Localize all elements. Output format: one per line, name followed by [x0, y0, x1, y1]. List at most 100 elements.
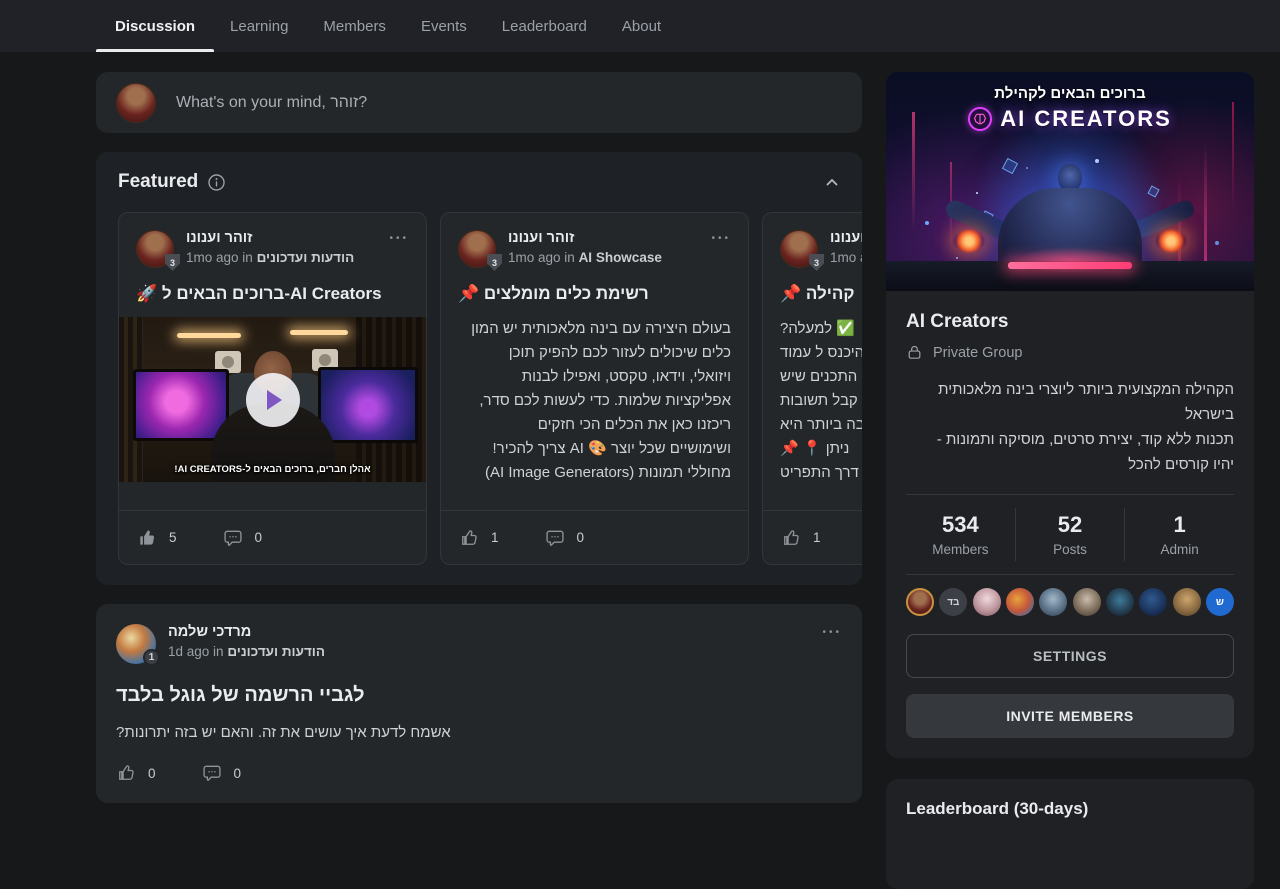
post-meta: 1mo ago in הודעות ועדכונים	[830, 250, 862, 265]
like-count: 1	[813, 530, 821, 545]
comment-button[interactable]: 0	[202, 763, 242, 783]
author-block: זוהר וענונו 1mo ago in הודעות ועדכונים	[830, 230, 862, 265]
comment-button[interactable]: 0	[223, 528, 263, 548]
group-banner[interactable]: ברוכים הבאים לקהילת AI CREATORS	[886, 72, 1254, 291]
author-name: זוהר וענונו	[186, 230, 354, 246]
tab-discussion[interactable]: Discussion	[115, 0, 195, 52]
member-avatar[interactable]	[1006, 588, 1034, 616]
body-line: ✅ למעלה?	[780, 317, 862, 341]
member-avatar[interactable]: ש	[1206, 588, 1234, 616]
lock-icon	[906, 344, 923, 361]
card-header: 3 זוהר וענונו 1mo ago in AI Showcase •••	[458, 230, 731, 268]
more-menu-icon[interactable]: •••	[389, 230, 409, 244]
thumbs-up-icon	[459, 528, 479, 548]
featured-card-community[interactable]: 3 זוהר וענונו 1mo ago in הודעות ועדכונים…	[762, 212, 862, 565]
author-name: זוהר וענונו	[508, 230, 662, 246]
stat-members: 534 Members	[906, 508, 1015, 561]
tab-events[interactable]: Events	[421, 0, 467, 52]
thumb-art	[318, 367, 418, 443]
member-avatar[interactable]	[906, 588, 934, 616]
post-title: 📌 קהילה	[780, 284, 862, 304]
thumb-art	[133, 369, 229, 441]
space-name[interactable]: הודעות ועדכונים	[257, 250, 355, 265]
member-avatar[interactable]	[1106, 588, 1134, 616]
invite-members-button[interactable]: INVITE MEMBERS	[906, 694, 1234, 738]
video-caption: אהלן חברים, ברוכים הבאים ל-AI CREATORS!	[119, 464, 426, 475]
member-avatar[interactable]	[1039, 588, 1067, 616]
card-header: 3 זוהר וענונו 1mo ago in הודעות ועדכונים…	[136, 230, 409, 268]
group-body: AI Creators Private Group הקהילה המקצועי…	[886, 291, 1254, 758]
description-line: תכנות ללא קוד, יצירת סרטים, מוסיקה ותמונ…	[906, 427, 1234, 452]
like-count: 5	[169, 530, 177, 545]
group-stats: 534 Members 52 Posts 1 Admin	[906, 495, 1234, 574]
members-avatars: בד ש	[906, 575, 1234, 618]
body-line: התכנים שיש	[780, 365, 862, 389]
stat-label: Posts	[1016, 542, 1125, 557]
level-badge: 3	[165, 254, 180, 271]
settings-button[interactable]: SETTINGS	[906, 634, 1234, 678]
group-card: ברוכים הבאים לקהילת AI CREATORS AI Creat…	[886, 72, 1254, 758]
body-line: היכנס ל עמוד	[780, 341, 862, 365]
author-avatar[interactable]: 3	[780, 230, 818, 268]
post-title: 🚀 ברוכים הבאים ל-AI Creators	[136, 284, 409, 304]
author-block: זוהר וענונו 1mo ago in AI Showcase	[508, 230, 662, 265]
like-button[interactable]: 0	[116, 763, 156, 783]
like-button[interactable]: 5	[137, 528, 177, 548]
tab-leaderboard[interactable]: Leaderboard	[502, 0, 587, 52]
banner-art	[1008, 262, 1132, 269]
featured-section: Featured 3 זוהר וענונו	[96, 152, 862, 585]
card-footer: 1 0	[441, 510, 748, 564]
banner-art	[886, 72, 888, 74]
post-body: אשמח לדעת איך עושים את זה. והאם יש בזה י…	[116, 724, 842, 741]
featured-carousel: 3 זוהר וענונו 1mo ago in הודעות ועדכונים…	[118, 212, 862, 565]
stat-label: Admin	[1125, 542, 1234, 557]
main-column: What's on your mind, זוהר? Featured 3	[96, 52, 862, 803]
like-button[interactable]: 1	[459, 528, 499, 548]
level-badge: 1	[143, 649, 160, 666]
banner-art	[1156, 230, 1186, 252]
level-badge: 3	[487, 254, 502, 271]
post-composer[interactable]: What's on your mind, זוהר?	[96, 72, 862, 133]
comment-button[interactable]: 0	[545, 528, 585, 548]
member-avatar[interactable]	[1139, 588, 1167, 616]
author-block: מרדכי שלמה 1d ago in הודעות ועדכונים	[168, 624, 325, 659]
group-privacy: Private Group	[906, 344, 1234, 361]
featured-card-tools[interactable]: 3 זוהר וענונו 1mo ago in AI Showcase •••…	[440, 212, 749, 565]
comment-icon	[202, 763, 222, 783]
description-line: בישראל	[906, 402, 1234, 427]
thumbs-up-icon	[116, 763, 136, 783]
info-icon[interactable]	[208, 174, 225, 191]
featured-card-welcome[interactable]: 3 זוהר וענונו 1mo ago in הודעות ועדכונים…	[118, 212, 427, 565]
stat-value: 1	[1125, 512, 1234, 538]
stat-posts: 52 Posts	[1015, 508, 1125, 561]
play-button[interactable]	[246, 373, 300, 427]
body-line: כלים שיכולים לעזור לכם להפיק תוכן	[458, 341, 731, 365]
chevron-up-icon[interactable]	[824, 174, 840, 190]
author-avatar[interactable]: 3	[458, 230, 496, 268]
video-thumbnail[interactable]: אהלן חברים, ברוכים הבאים ל-AI CREATORS!	[119, 317, 426, 482]
member-avatar[interactable]	[1173, 588, 1201, 616]
member-avatar[interactable]	[973, 588, 1001, 616]
tab-learning[interactable]: Learning	[230, 0, 288, 52]
post-body: בעולם היצירה עם בינה מלאכותית יש המון כל…	[458, 317, 731, 485]
member-avatar[interactable]: בד	[939, 588, 967, 616]
featured-header: Featured	[118, 152, 840, 212]
author-avatar[interactable]: 1	[116, 624, 156, 664]
level-badge: 3	[809, 254, 824, 271]
tab-about[interactable]: About	[622, 0, 661, 52]
author-avatar[interactable]: 3	[136, 230, 174, 268]
banner-welcome-text: ברוכים הבאים לקהילת	[886, 85, 1254, 102]
space-name[interactable]: AI Showcase	[579, 250, 662, 265]
more-menu-icon[interactable]: •••	[822, 624, 842, 638]
right-sidebar: ברוכים הבאים לקהילת AI CREATORS AI Creat…	[886, 72, 1254, 758]
banner-art	[1015, 247, 1125, 273]
body-line: דרך התפריט	[780, 461, 862, 485]
space-name[interactable]: הודעות ועדכונים	[227, 644, 325, 659]
tab-members[interactable]: Members	[323, 0, 386, 52]
thumbs-up-icon	[781, 528, 801, 548]
comment-count: 0	[577, 530, 585, 545]
more-menu-icon[interactable]: •••	[711, 230, 731, 244]
feed-post[interactable]: 1 מרדכי שלמה 1d ago in הודעות ועדכונים •…	[96, 604, 862, 803]
like-button[interactable]: 1	[781, 528, 821, 548]
member-avatar[interactable]	[1073, 588, 1101, 616]
